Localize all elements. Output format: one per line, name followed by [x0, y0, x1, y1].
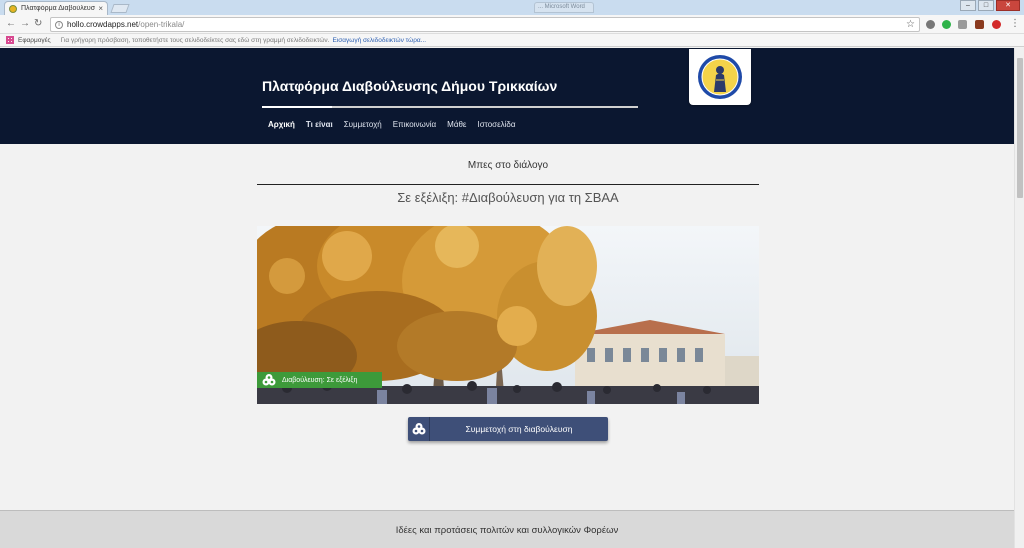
status-badge: Διαβούλευση: Σε εξέλιξη	[257, 372, 382, 388]
forward-arrow-icon[interactable]: →	[20, 18, 30, 30]
ongoing-consultation-title[interactable]: Σε εξέλιξη: #Διαβούλευση για τη ΣΒΑΑ	[257, 190, 759, 205]
municipality-seal-icon	[698, 55, 742, 99]
main-nav: Αρχική Τι είναι Συμμετοχή Επικοινωνία Μά…	[268, 120, 516, 129]
scrollbar-thumb[interactable]	[1017, 58, 1023, 198]
nav-item-website[interactable]: Ιστοσελίδα	[477, 120, 515, 129]
site-header: Πλατφόρμα Διαβούλευσης Δήμου Τρικκαίων Α…	[0, 48, 1014, 144]
url-host: hollo.crowdapps.net	[67, 20, 139, 29]
browser-tab[interactable]: Πλατφόρμα Διαβούλευσης ×	[4, 1, 108, 15]
consultation-hero-image[interactable]: Διαβούλευση: Σε εξέλιξη	[257, 226, 759, 404]
participate-button-icon-box	[408, 417, 430, 441]
ideas-section: Ιδέες και προτάσεις πολιτών και συλλογικ…	[0, 510, 1014, 548]
browser-tab-strip: Πλατφόρμα Διαβούλευσης × ... Microsoft W…	[0, 0, 1024, 15]
background-window-title: ... Microsoft Word	[538, 4, 585, 10]
url-path: /open-trikala/	[138, 20, 185, 29]
bookmarks-bar: Εφαρμογές Για γρήγορη πρόσβαση, τοποθετή…	[0, 34, 1024, 47]
title-underline	[262, 106, 638, 108]
page-content: Πλατφόρμα Διαβούλευσης Δήμου Τρικκαίων Α…	[0, 48, 1014, 548]
nav-item-home[interactable]: Αρχική	[268, 120, 295, 129]
site-favicon-icon	[9, 4, 17, 13]
address-bar[interactable]: i hollo.crowdapps.net /open-trikala/ ☆	[50, 17, 920, 32]
extension-gray-icon[interactable]	[958, 20, 967, 29]
close-window-button[interactable]: ✕	[996, 0, 1020, 11]
import-bookmarks-link[interactable]: Εισαγωγή σελιδοδεικτών τώρα...	[332, 37, 426, 44]
tab-title: Πλατφόρμα Διαβούλευσης	[21, 5, 96, 12]
bookmarks-hint: Για γρήγορη πρόσβαση, τοποθετήστε τους σ…	[60, 36, 330, 44]
back-arrow-icon[interactable]: ←	[6, 18, 16, 30]
new-tab-button[interactable]	[110, 4, 130, 13]
participation-bubbles-icon	[412, 423, 425, 435]
maximize-button[interactable]: □	[978, 0, 994, 11]
browser-menu-icon[interactable]: ⋮	[1010, 18, 1020, 30]
apps-grid-icon[interactable]	[6, 36, 14, 44]
extension-camera-icon[interactable]	[926, 20, 935, 29]
site-info-icon[interactable]: i	[55, 20, 63, 29]
participate-button[interactable]: Συμμετοχή στη διαβούλευση	[408, 417, 608, 441]
page-scrollbar[interactable]	[1014, 48, 1024, 548]
nav-item-about[interactable]: Τι είναι	[306, 120, 333, 129]
consultation-bubbles-icon	[262, 374, 276, 386]
site-title: Πλατφόρμα Διαβούλευσης Δήμου Τρικκαίων	[262, 78, 558, 94]
status-badge-label: Διαβούλευση: Σε εξέλιξη	[282, 376, 358, 384]
extension-brown-icon[interactable]	[975, 20, 984, 29]
browser-toolbar: ← → ↻ i hollo.crowdapps.net /open-trikal…	[0, 15, 1024, 34]
participate-button-label: Συμμετοχή στη διαβούλευση	[465, 424, 573, 434]
section-divider	[257, 184, 759, 185]
minimize-button[interactable]: –	[960, 0, 976, 11]
tab-close-icon[interactable]: ×	[98, 4, 103, 13]
nav-item-participation[interactable]: Συμμετοχή	[344, 120, 382, 129]
extension-red-icon[interactable]	[992, 20, 1001, 29]
nav-item-learn[interactable]: Μάθε	[447, 120, 466, 129]
bookmark-star-icon[interactable]: ☆	[906, 19, 915, 30]
reload-icon[interactable]: ↻	[34, 18, 42, 30]
dialog-heading: Μπες στο διάλογο	[467, 160, 549, 171]
apps-label[interactable]: Εφαρμογές	[18, 37, 51, 44]
extension-green-icon[interactable]	[942, 20, 951, 29]
nav-item-contact[interactable]: Επικοινωνία	[393, 120, 436, 129]
background-window-tab[interactable]: ... Microsoft Word	[534, 2, 594, 13]
window-controls: – □ ✕	[960, 0, 1020, 11]
ideas-section-title: Ιδέες και προτάσεις πολιτών και συλλογικ…	[395, 525, 619, 536]
municipality-logo[interactable]	[689, 49, 751, 105]
